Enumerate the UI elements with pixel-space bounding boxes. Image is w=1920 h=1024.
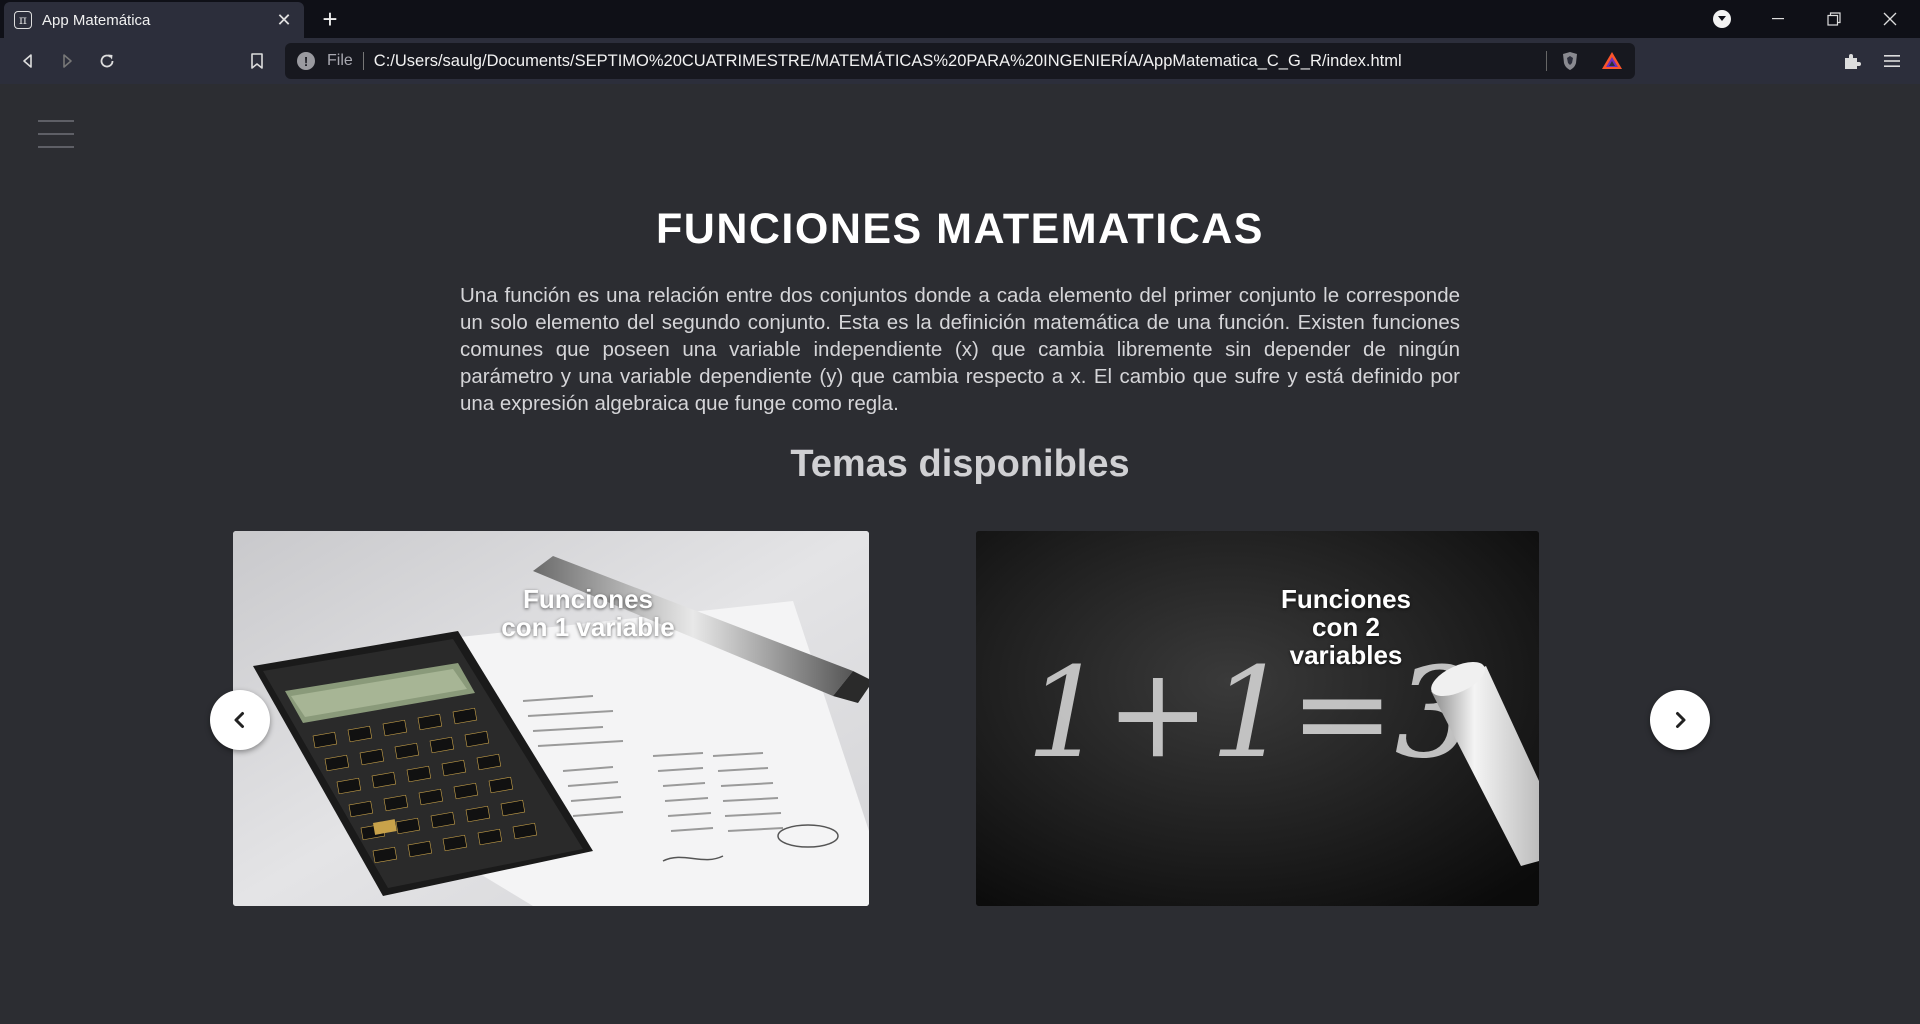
tab-app-matematica[interactable]: π App Matemática ✕ (4, 2, 304, 38)
reload-icon[interactable] (92, 46, 122, 76)
intro-paragraph: Una función es una relación entre dos co… (460, 284, 1460, 415)
minimize-icon[interactable] (1750, 0, 1806, 38)
brave-rewards-icon[interactable] (1601, 50, 1623, 72)
chevron-down-icon (1713, 10, 1731, 28)
info-icon[interactable]: ! (297, 52, 315, 70)
topics-subtitle: Temas disponibles (790, 443, 1130, 485)
back-icon[interactable] (13, 46, 43, 76)
tab-bar: π App Matemática ✕ + (0, 0, 1920, 38)
topic-card-two-variables[interactable]: 1+1=3 Funciones con 2 variables (976, 531, 1539, 906)
extensions-icon[interactable] (1837, 46, 1867, 76)
tab-search-button[interactable] (1694, 0, 1750, 38)
tab-title: App Matemática (42, 11, 151, 29)
address-bar[interactable]: ! File C:/Users/saulg/Documents/SEPTIMO%… (285, 43, 1635, 79)
card-label-one-variable: Funciones con 1 variable (501, 584, 675, 642)
chevron-right-icon (1676, 712, 1686, 728)
hamburger-menu-icon[interactable] (38, 120, 74, 154)
chevron-left-icon (234, 712, 244, 728)
url-text[interactable]: C:/Users/saulg/Documents/SEPTIMO%20CUATR… (374, 52, 1546, 71)
carousel-next-button[interactable] (1650, 690, 1710, 750)
close-tab-icon[interactable]: ✕ (274, 10, 294, 31)
topic-card-one-variable[interactable]: Funciones con 1 variable (233, 531, 869, 906)
url-divider-right (1546, 51, 1547, 71)
close-window-icon[interactable] (1862, 0, 1918, 38)
url-divider (362, 52, 364, 70)
browser-toolbar: ! File C:/Users/saulg/Documents/SEPTIMO%… (0, 38, 1920, 84)
brave-shield-icon[interactable] (1559, 50, 1581, 72)
page-title: FUNCIONES MATEMATICAS (656, 205, 1264, 253)
pi-favicon-icon: π (14, 11, 32, 29)
card-label-two-variables: Funciones con 2 variables (1280, 584, 1411, 670)
forward-icon[interactable] (52, 46, 82, 76)
menu-icon[interactable] (1877, 46, 1907, 76)
url-scheme: File (327, 52, 353, 69)
bookmark-icon[interactable] (242, 46, 272, 76)
carousel-prev-button[interactable] (210, 690, 270, 750)
restore-icon[interactable] (1806, 0, 1862, 38)
new-tab-icon[interactable]: + (318, 4, 342, 34)
